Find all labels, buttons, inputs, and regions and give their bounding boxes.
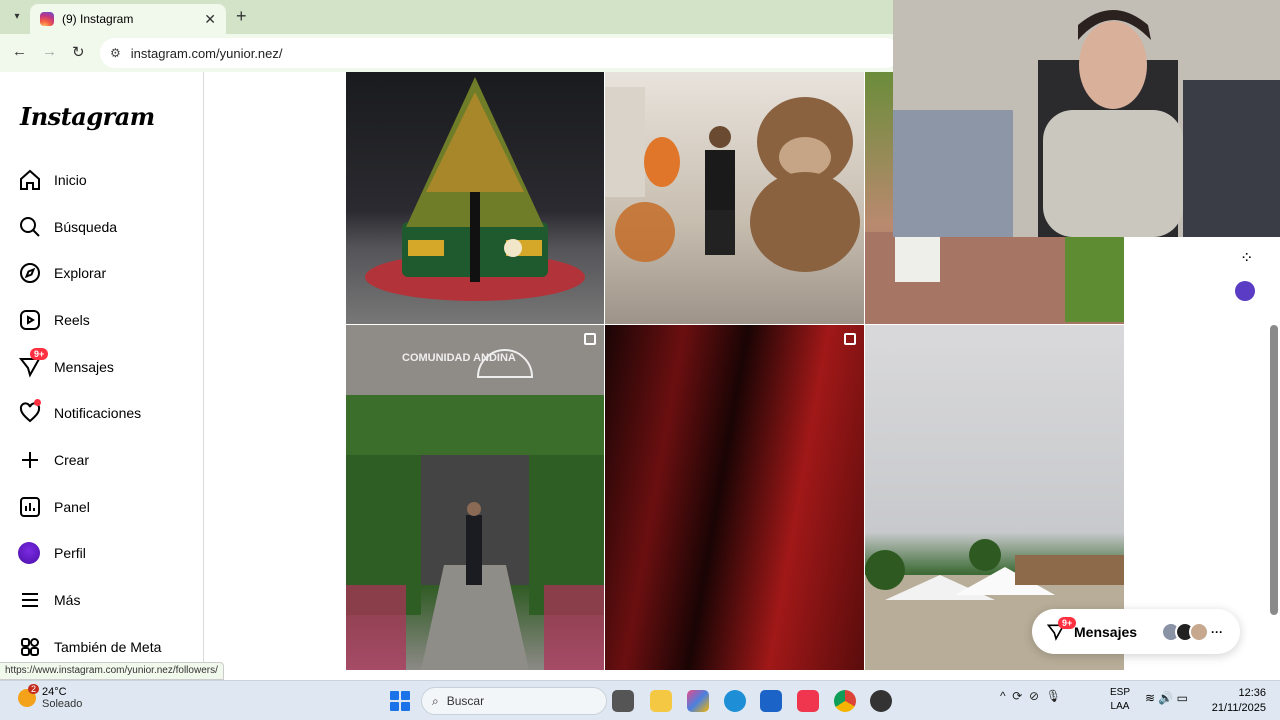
- new-tab-button[interactable]: +: [236, 6, 247, 27]
- browser-tab[interactable]: (9) Instagram ✕: [30, 4, 226, 34]
- reload-icon[interactable]: ↻: [72, 43, 85, 61]
- address-bar[interactable]: ⚙ instagram.com/yunior.nez/: [100, 38, 900, 68]
- sidebar-item-tambien-de-meta[interactable]: También de Meta: [18, 632, 161, 662]
- bear-plush-photo: [605, 87, 860, 272]
- sidebar-item-panel[interactable]: Panel: [18, 492, 90, 522]
- tab-close-icon[interactable]: ✕: [204, 11, 216, 28]
- weather-widget[interactable]: 2 24°C Soleado: [18, 684, 83, 710]
- carousel-icon: [584, 333, 596, 345]
- clock-time: 12:36: [1238, 687, 1266, 699]
- music-app-icon[interactable]: [797, 690, 819, 712]
- status-url: https://www.instagram.com/yunior.nez/fol…: [0, 662, 224, 680]
- sidebar-item-label: Panel: [54, 499, 90, 515]
- sidebar-item-label: Crear: [54, 452, 90, 468]
- sidebar-item-mensajes[interactable]: 9+ Mensajes: [18, 348, 114, 382]
- system-tray[interactable]: ^ ⟳ ⊘ 🎙: [1000, 689, 1061, 703]
- sign-text: COMUNIDAD ANDINA: [402, 352, 516, 364]
- reels-icon: [20, 310, 40, 330]
- messages-badge: 9+: [30, 348, 49, 360]
- site-info-icon[interactable]: ⚙: [110, 46, 121, 60]
- sidebar-item-label: Explorar: [54, 265, 107, 281]
- sidebar-item-explorar[interactable]: Explorar: [18, 258, 106, 288]
- webcam-feed: [893, 0, 1280, 237]
- windows-taskbar: 2 24°C Soleado ⌕ Buscar ^ ⟳ ⊘ 🎙 ESP LAA …: [0, 680, 1280, 720]
- messages-badge: 9+: [1058, 617, 1077, 629]
- store-icon[interactable]: [760, 690, 782, 712]
- sidebar-item-perfil[interactable]: Perfil: [18, 538, 86, 568]
- sidebar-item-label: Inicio: [54, 172, 87, 188]
- sidebar-item-label: Notificaciones: [54, 405, 142, 421]
- sidebar-item-label: También de Meta: [54, 639, 162, 655]
- language-indicator[interactable]: ESP LAA: [1110, 686, 1130, 714]
- language-code: ESP: [1110, 687, 1131, 698]
- home-icon: [20, 169, 40, 190]
- obs-icon[interactable]: [870, 690, 892, 712]
- chart-icon: [20, 497, 40, 517]
- taskbar-search-input[interactable]: ⌕ Buscar: [421, 687, 607, 715]
- clock[interactable]: 12:36 21/11/2025: [1210, 686, 1266, 716]
- instagram-sidebar: Instagram Inicio Búsqueda Explorar Reels…: [0, 72, 204, 680]
- forward-arrow-icon[interactable]: →: [42, 43, 57, 60]
- tab-title: (9) Instagram: [62, 12, 134, 26]
- sidebar-item-inicio[interactable]: Inicio: [18, 165, 87, 195]
- copilot-icon[interactable]: [687, 690, 709, 712]
- back-arrow-icon[interactable]: ←: [12, 43, 27, 60]
- carousel-icon: [844, 333, 856, 345]
- file-explorer-icon[interactable]: [650, 690, 672, 712]
- more-icon: ···: [1211, 624, 1224, 639]
- sidebar-item-mas[interactable]: Más: [18, 585, 80, 615]
- scrollbar-thumb[interactable]: [1270, 325, 1278, 615]
- notification-dot: [34, 399, 41, 406]
- webcam-overlay: [893, 0, 1280, 237]
- sidebar-item-label: Perfil: [54, 545, 86, 561]
- post-thumbnail[interactable]: [346, 72, 604, 324]
- avatar: [18, 542, 40, 564]
- tab-search-chevron-icon[interactable]: ▾: [8, 8, 26, 26]
- keyboard-layout: LAA: [1110, 701, 1130, 712]
- compass-icon: [20, 263, 40, 283]
- post-thumbnail[interactable]: COMUNIDAD ANDINA: [346, 325, 604, 670]
- wifi-volume-battery-icons[interactable]: ≋ 🔊 ▭: [1145, 691, 1188, 705]
- meta-ai-icon[interactable]: [1235, 281, 1255, 301]
- weather-temp: 24°C: [42, 686, 67, 698]
- sidebar-item-notificaciones[interactable]: Notificaciones: [18, 398, 141, 428]
- post-thumbnail[interactable]: [605, 325, 864, 670]
- plus-icon: [22, 452, 38, 468]
- comunidad-andina-photo: COMUNIDAD ANDINA: [346, 325, 604, 670]
- avatar: [1189, 621, 1210, 642]
- windows-start-icon[interactable]: [390, 691, 410, 711]
- url-text: instagram.com/yunior.nez/: [130, 45, 283, 61]
- christmas-tree-photo: [365, 77, 585, 301]
- sidebar-item-crear[interactable]: Crear: [18, 445, 89, 475]
- instagram-logo[interactable]: Instagram: [20, 102, 155, 131]
- sidebar-item-label: Reels: [54, 312, 90, 328]
- sidebar-item-label: Búsqueda: [54, 219, 118, 235]
- task-view-icon[interactable]: [612, 690, 634, 712]
- chrome-icon[interactable]: [834, 690, 856, 712]
- messages-float-button[interactable]: 9+ Mensajes ···: [1032, 609, 1240, 654]
- weather-condition: Soleado: [42, 698, 83, 710]
- weather-badge: 2: [28, 684, 40, 694]
- edge-icon[interactable]: [724, 690, 746, 712]
- sun-icon: 2: [18, 684, 40, 707]
- search-icon: [20, 217, 40, 237]
- messages-float-label: Mensajes: [1074, 623, 1138, 640]
- instagram-favicon-icon: [40, 12, 54, 26]
- post-thumbnail[interactable]: [605, 72, 864, 324]
- sidebar-item-label: Más: [54, 592, 81, 608]
- clock-date: 21/11/2025: [1211, 702, 1266, 714]
- sidebar-item-label: Mensajes: [54, 359, 114, 375]
- sidebar-item-busqueda[interactable]: Búsqueda: [18, 212, 117, 242]
- menu-icon: [22, 593, 38, 607]
- search-placeholder: Buscar: [446, 694, 485, 708]
- sidebar-item-reels[interactable]: Reels: [18, 305, 90, 335]
- threads-apps-icon[interactable]: ⁘: [1240, 248, 1253, 268]
- search-icon: ⌕: [432, 693, 439, 708]
- meta-apps-icon: [21, 638, 39, 656]
